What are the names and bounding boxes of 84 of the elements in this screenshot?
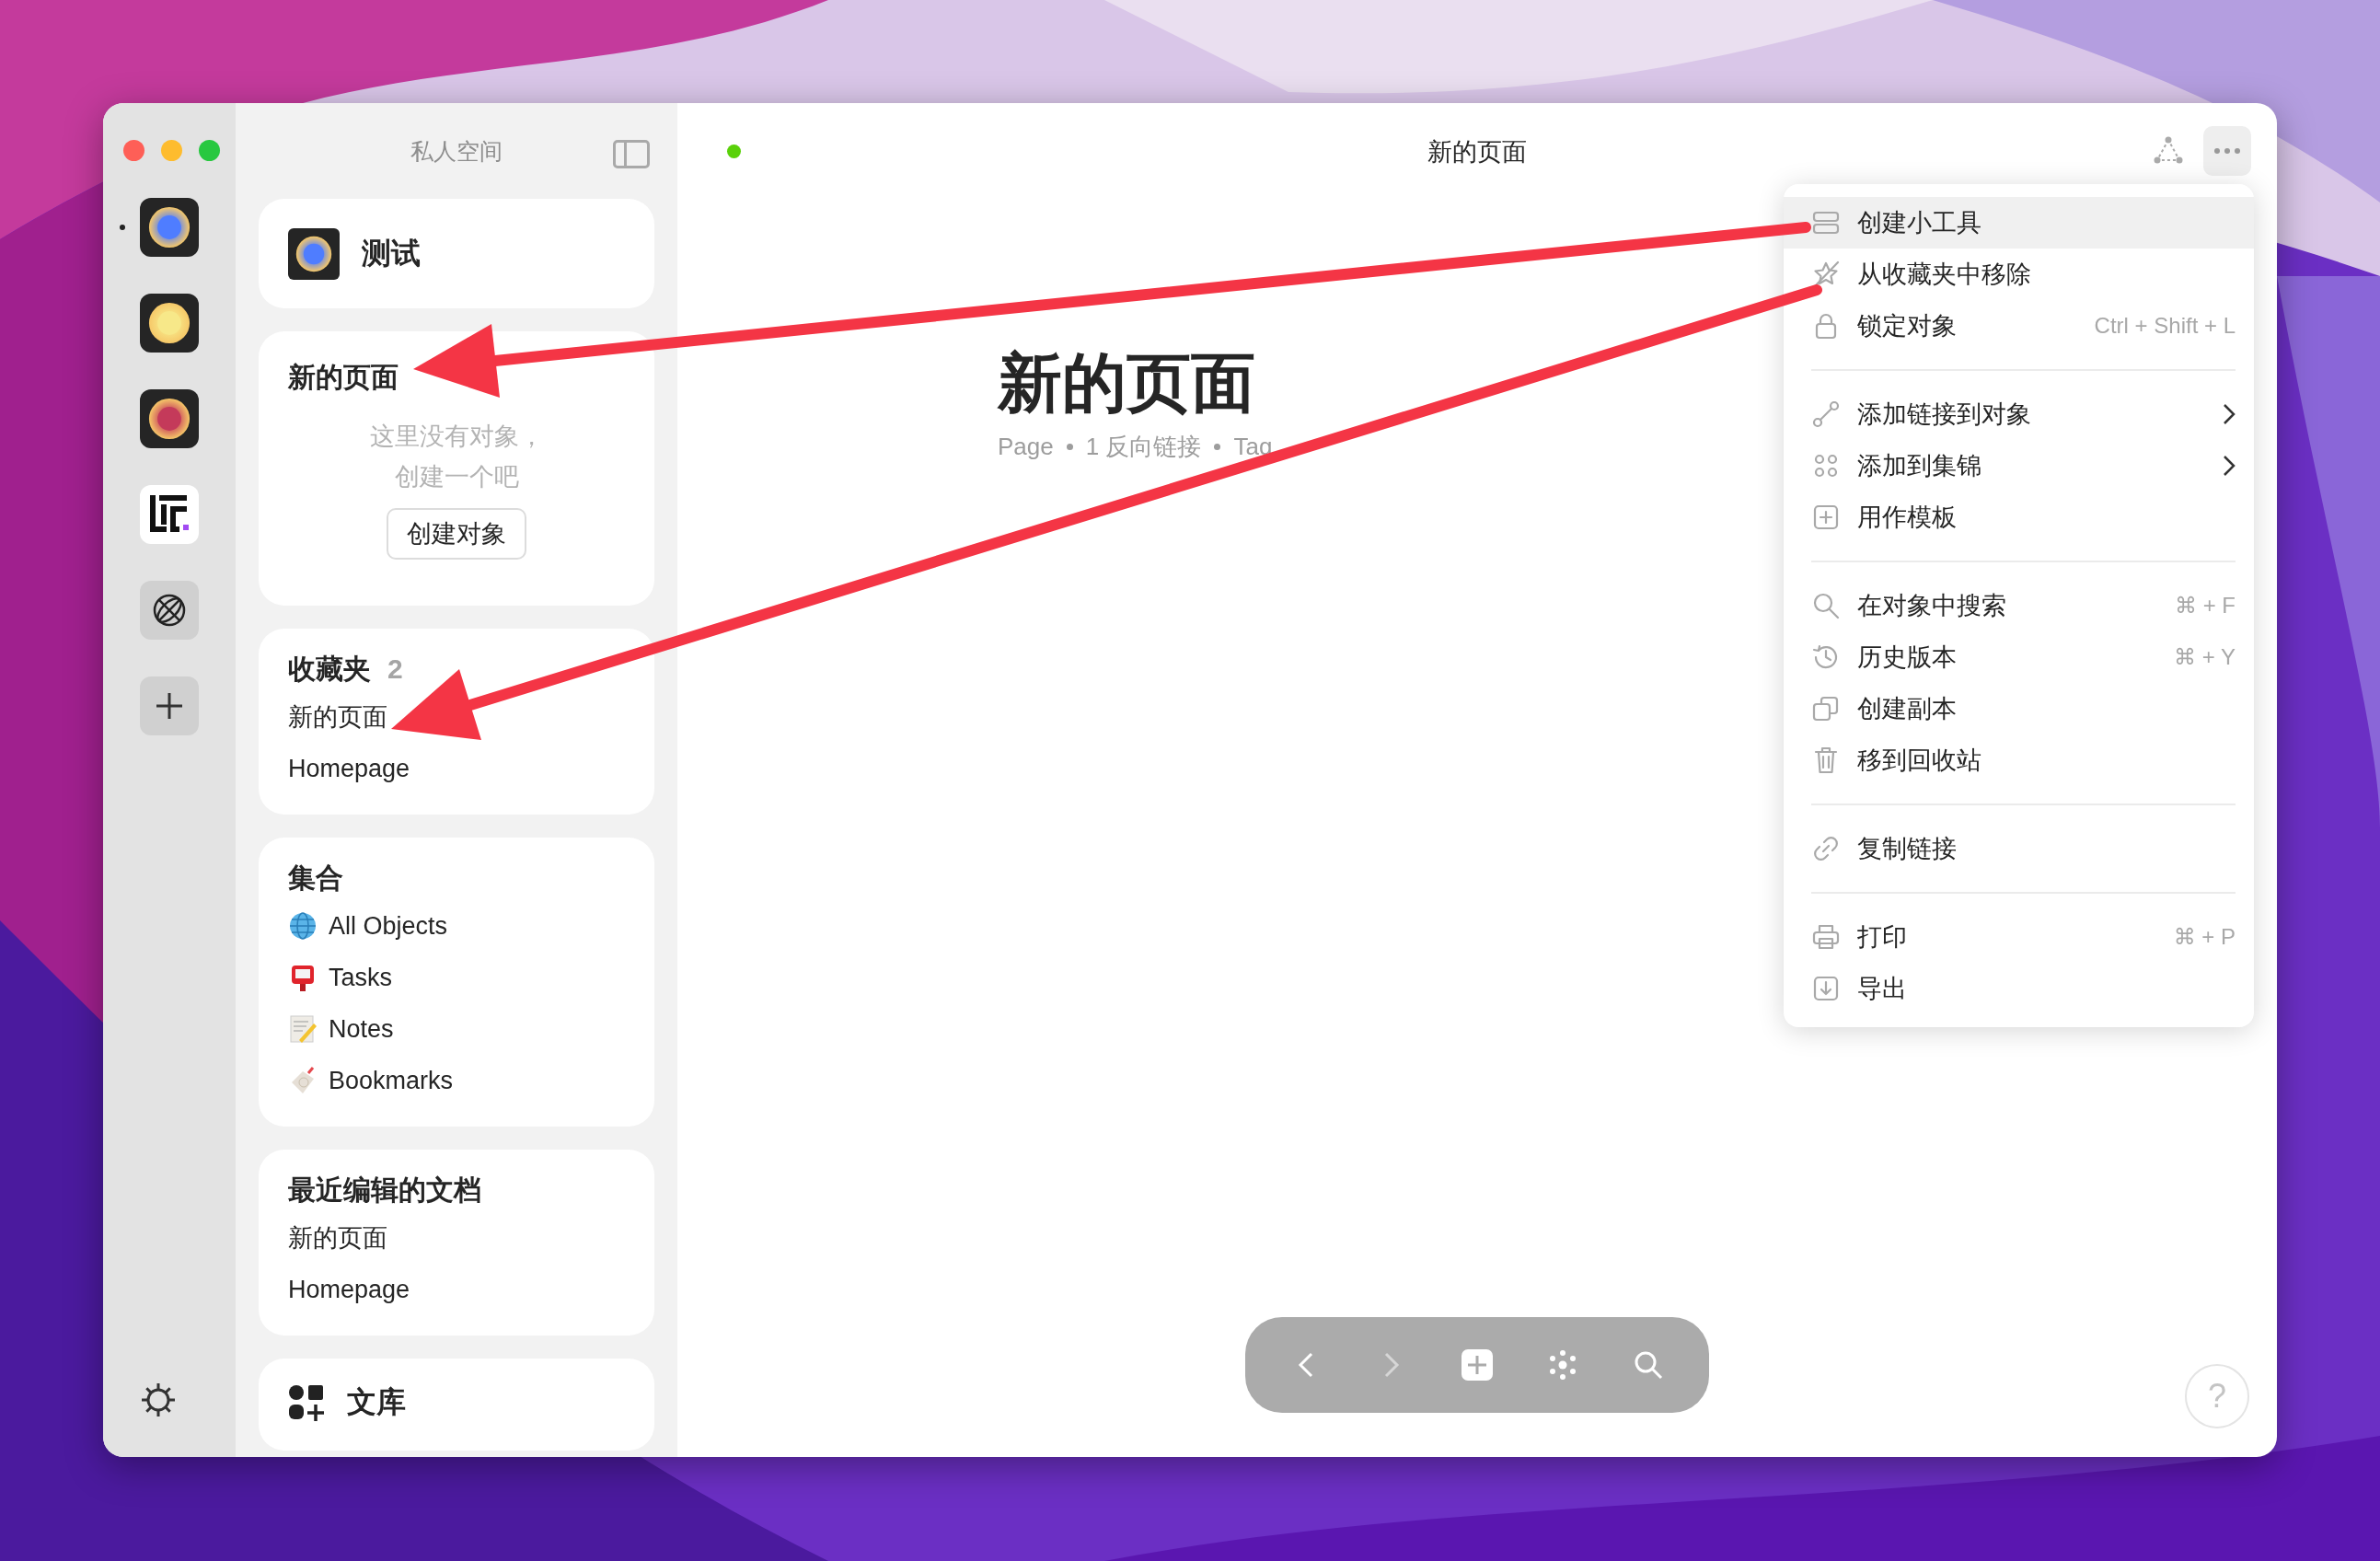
sidebar-link[interactable]: 新的页面 — [288, 700, 387, 734]
item-count: 2 — [387, 653, 403, 686]
menu-item-label: 用作模板 — [1857, 503, 1958, 533]
sidebar-link[interactable]: All Objects — [329, 911, 448, 941]
menu-item-label: 在对象中搜索 — [1857, 591, 2007, 621]
menu-item[interactable]: 导出 — [1784, 963, 2254, 1014]
menu-item-label: 导出 — [1857, 974, 1908, 1004]
window-title: 新的页面 — [1427, 138, 1527, 166]
library-card[interactable]: 文库 — [259, 1359, 654, 1451]
bullet-dot — [1214, 444, 1221, 450]
menu-item-label: 从收藏夹中移除 — [1857, 260, 2032, 290]
sidebar-link[interactable]: Homepage — [288, 1275, 410, 1304]
more-icon — [2213, 147, 2241, 155]
sidebar-link[interactable]: Bookmarks — [329, 1066, 454, 1095]
copy-icon — [1811, 694, 1841, 723]
space-card[interactable]: 测试 — [259, 199, 654, 308]
plus-square-icon — [1811, 503, 1841, 532]
space-title: 私人空间 — [410, 136, 503, 166]
sync-status-dot — [727, 144, 741, 158]
menu-item[interactable]: 移到回收站 — [1784, 734, 2254, 786]
menu-item[interactable]: 添加链接到对象 — [1784, 388, 2254, 440]
shortcut-hint: ⌘ + Y — [2174, 644, 2236, 670]
page-meta: Page — [998, 433, 1054, 461]
shortcut-hint: ⌘ + F — [2175, 593, 2236, 619]
search-icon — [1811, 591, 1841, 620]
menu-item[interactable]: 复制链接 — [1784, 823, 2254, 874]
space-name: 测试 — [362, 235, 421, 272]
widget-title[interactable]: 最近编辑的文档 — [288, 1172, 481, 1208]
menu-item-label: 锁定对象 — [1857, 311, 1958, 341]
sidebar-toggle-button[interactable] — [613, 140, 650, 168]
settings-icon[interactable] — [140, 1382, 177, 1418]
relation-icon — [1811, 399, 1841, 429]
widget-title[interactable]: 收藏夹 — [288, 651, 371, 688]
space-button[interactable] — [140, 581, 199, 640]
menu-item[interactable]: 在对象中搜索 ⌘ + F — [1784, 580, 2254, 631]
menu-item[interactable]: 用作模板 — [1784, 491, 2254, 543]
sidebar-link[interactable]: Notes — [329, 1014, 394, 1044]
shortcut-hint: ⌘ + P — [2173, 924, 2236, 950]
globe-icon — [288, 911, 318, 941]
notepad-icon — [288, 1014, 318, 1044]
printer-icon — [1811, 922, 1841, 952]
menu-item-label: 移到回收站 — [1857, 746, 1982, 776]
menu-item[interactable]: 历史版本 ⌘ + Y — [1784, 631, 2254, 683]
space-button[interactable] — [140, 198, 199, 257]
menu-item-label: 复制链接 — [1857, 834, 1958, 864]
menu-item[interactable]: 锁定对象 Ctrl + Shift + L — [1784, 300, 2254, 352]
menu-item[interactable]: 打印 ⌘ + P — [1784, 911, 2254, 963]
more-button[interactable] — [2203, 126, 2251, 176]
minimize-button[interactable] — [161, 140, 182, 161]
empty-message: 这里没有对象，创建一个吧 — [368, 422, 545, 492]
menu-item-label: 打印 — [1857, 922, 1908, 953]
menu-item-label: 创建副本 — [1857, 694, 1958, 724]
sidebar-link[interactable]: Tasks — [329, 963, 393, 992]
menu-item-label: 添加链接到对象 — [1857, 399, 2032, 430]
close-button[interactable] — [123, 140, 144, 161]
space-icon — [288, 227, 340, 280]
menu-item-label: 历史版本 — [1857, 642, 1958, 673]
widget-title[interactable]: 新的页面 — [288, 359, 399, 396]
bullet-dot — [1066, 444, 1073, 450]
menu-item-label: 创建小工具 — [1857, 208, 1982, 238]
library-title: 文库 — [347, 1384, 406, 1420]
plus-square-icon — [1461, 1348, 1494, 1382]
menu-item[interactable]: 从收藏夹中移除 — [1784, 249, 2254, 300]
space-button[interactable] — [140, 485, 199, 544]
link-icon — [1811, 834, 1841, 863]
sidebar-link[interactable]: Homepage — [288, 754, 410, 783]
space-button[interactable] — [140, 294, 199, 353]
globe-icon — [151, 592, 188, 629]
create-object-button[interactable]: 创建对象 — [387, 508, 526, 560]
shortcut-hint: Ctrl + Shift + L — [2094, 313, 2236, 339]
add-space-button[interactable] — [140, 676, 199, 735]
download-icon — [1811, 974, 1841, 1003]
menu-item[interactable]: 添加到集锦 — [1784, 440, 2254, 491]
shapes-icon — [288, 1384, 325, 1421]
menu-item[interactable]: 创建小工具 — [1784, 197, 2254, 249]
menu-item[interactable]: 创建副本 — [1784, 683, 2254, 734]
space-button[interactable] — [140, 389, 199, 448]
sidebar-link[interactable]: 新的页面 — [288, 1221, 387, 1255]
zoom-button[interactable] — [199, 140, 220, 161]
menu-item-label: 添加到集锦 — [1857, 451, 1982, 481]
add-button[interactable] — [1461, 1348, 1494, 1382]
plus-icon — [155, 691, 184, 721]
page-title: 新的页面 — [998, 346, 1255, 421]
widget-title[interactable]: 集合 — [288, 860, 343, 896]
